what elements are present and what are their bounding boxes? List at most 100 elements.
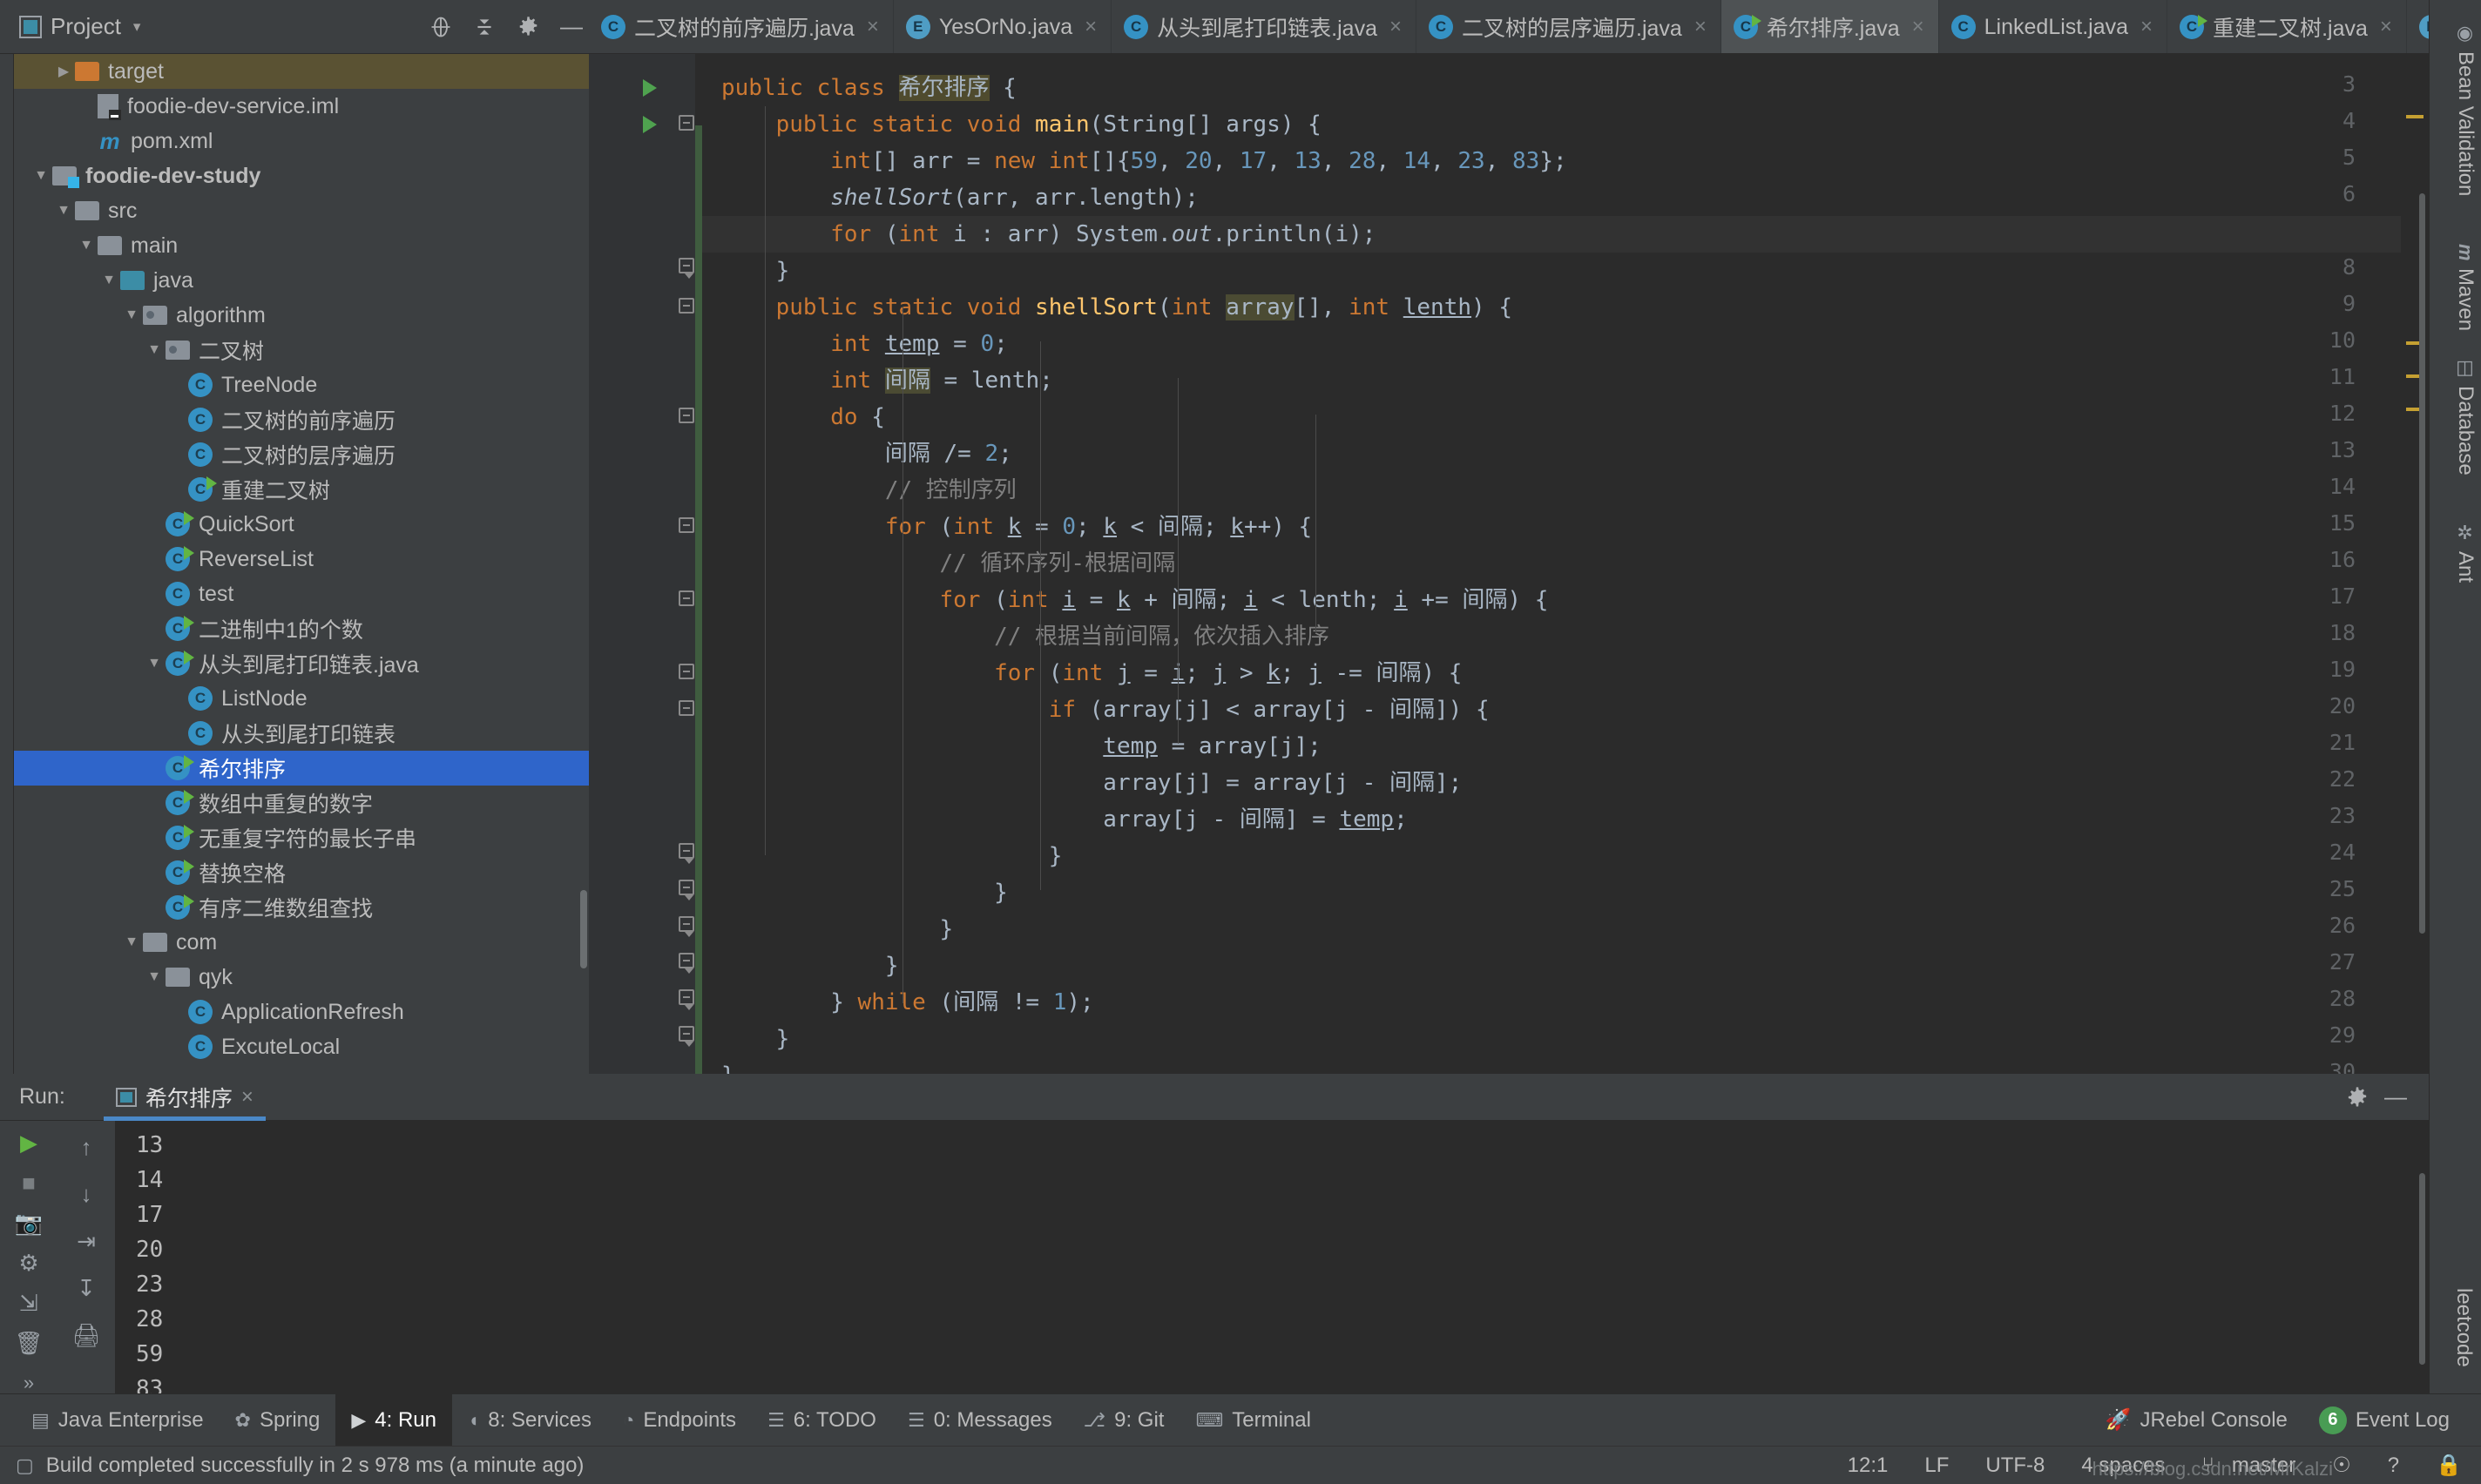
fold-end-icon[interactable] [679, 989, 694, 1010]
tool-button-terminal[interactable]: ⌨ Terminal [1180, 1394, 1326, 1447]
tree-item[interactable]: ▼ qyk [14, 960, 589, 995]
fold-end-icon[interactable] [679, 880, 694, 901]
tree-item[interactable]: ▸C无重复字符的最长子串 [14, 820, 589, 855]
tree-item[interactable]: ▸C替换空格 [14, 855, 589, 890]
tree-item[interactable]: ▸C TreeNode [14, 368, 589, 402]
code-line[interactable]: } while (间隔 != 1); [721, 984, 1093, 1021]
editor-scrollbar[interactable] [2419, 193, 2425, 934]
fold-end-icon[interactable] [679, 843, 694, 864]
code-line[interactable]: } [721, 1057, 735, 1074]
tree-item[interactable]: ▼ algorithm [14, 298, 589, 333]
code-line[interactable]: int[] arr = new int[]{59, 20, 17, 13, 28… [721, 143, 1566, 179]
tree-item[interactable]: ▸C 二叉树的前序遍历 [14, 402, 589, 437]
gear-icon[interactable] [2338, 1078, 2376, 1116]
chevron-down-icon[interactable]: ▼ [143, 656, 166, 671]
code-line[interactable]: } [721, 911, 953, 948]
run-gutter-icon[interactable] [643, 116, 657, 133]
scroll-to-end-icon[interactable]: ↧ [67, 1271, 105, 1305]
code-line[interactable]: temp = array[j]; [721, 728, 1321, 765]
soft-wrap-icon[interactable]: ⇥ [67, 1224, 105, 1258]
close-icon[interactable]: × [2380, 15, 2392, 39]
code-line[interactable]: int 间隔 = lenth; [721, 362, 1053, 399]
tree-item[interactable]: ▸ foodie-dev-service.iml [14, 89, 589, 124]
tool-button-todo[interactable]: ☰ 6: TODO [752, 1394, 892, 1447]
editor-tab[interactable]: C 二叉树的层序遍历.java × [1416, 0, 1721, 53]
encoding[interactable]: UTF-8 [1973, 1454, 2057, 1478]
down-arrow-icon[interactable]: ↓ [67, 1177, 105, 1211]
fold-end-icon[interactable] [679, 258, 694, 279]
editor-tab[interactable]: C LinkedList.java × [1939, 0, 2168, 53]
close-icon[interactable]: × [1694, 15, 1707, 39]
tree-item[interactable]: ▼ C 从头到尾打印链表.java [14, 646, 589, 681]
chevron-right-icon[interactable]: ▶ [52, 63, 75, 80]
tree-item[interactable]: ▼ foodie-dev-study [14, 159, 589, 193]
fold-collapse-icon[interactable] [679, 298, 694, 314]
code-line[interactable]: for (int k = 0; k < 间隔; k++) { [721, 509, 1312, 545]
close-icon[interactable]: × [1912, 15, 1924, 39]
chevron-down-icon[interactable]: ▼ [98, 273, 120, 288]
tree-item[interactable]: ▼ java [14, 263, 589, 298]
tree-item[interactable]: ▸C数组中重复的数字 [14, 786, 589, 820]
code-line[interactable]: public static void shellSort(int array[]… [721, 289, 1512, 326]
code-line[interactable]: } [721, 948, 899, 984]
chevron-down-icon[interactable]: ▾ [133, 18, 141, 36]
tool-button-endpoints[interactable]: ◔ Endpoints [607, 1394, 752, 1447]
camera-icon[interactable]: 📷 [10, 1210, 48, 1238]
fold-end-icon[interactable] [679, 916, 694, 937]
tree-item[interactable]: ▸C ExcuteLocal [14, 1029, 589, 1064]
close-icon[interactable]: × [1389, 15, 1402, 39]
run-tool-window[interactable]: Run: 希尔排序 × — ▶ ■ 📷 ⚙ ⇲ 🗑 » ↑ ↓ ⇥ ↧ 🖨 13… [0, 1074, 2429, 1397]
export-icon[interactable]: ⇲ [10, 1289, 48, 1317]
fold-collapse-icon[interactable] [679, 517, 694, 533]
tree-item[interactable]: ▼ src [14, 193, 589, 228]
locate-icon[interactable] [423, 10, 458, 44]
tool-button-java-enterprise[interactable]: ▤ Java Enterprise [16, 1394, 220, 1447]
console-scrollbar[interactable] [2419, 1173, 2425, 1365]
close-icon[interactable]: × [241, 1085, 254, 1110]
editor-tab[interactable]: E YesOrNo.java × [894, 0, 1112, 53]
tool-button-messages[interactable]: ☰ 0: Messages [892, 1394, 1068, 1447]
code-line[interactable]: if (array[j] < array[j - 间隔]) { [721, 691, 1490, 728]
chevron-down-icon[interactable]: ▼ [52, 203, 75, 219]
fold-collapse-icon[interactable] [679, 590, 694, 606]
line-separator[interactable]: LF [1912, 1454, 1961, 1478]
help-icon[interactable]: ? [2376, 1454, 2411, 1478]
stop-icon[interactable]: ■ [10, 1170, 48, 1197]
fold-end-icon[interactable] [679, 953, 694, 974]
project-tree[interactable]: ▶target▸foodie-dev-service.iml▸mpom.xml▼… [14, 54, 589, 1074]
rerun-icon[interactable]: ▶ [10, 1130, 48, 1157]
tree-item[interactable]: ▸C 二叉树的层序遍历 [14, 437, 589, 472]
code-line[interactable]: // 根据当前间隔，依次插入排序 [721, 618, 1329, 655]
run-toolbar-left[interactable]: ▶ ■ 📷 ⚙ ⇲ 🗑 » [0, 1121, 57, 1397]
run-gutter-icon[interactable] [643, 79, 657, 97]
trash-icon[interactable]: 🗑 [10, 1329, 48, 1357]
code-line[interactable]: array[j - 间隔] = temp; [721, 801, 1407, 838]
bug-icon[interactable]: ⚙ [10, 1250, 48, 1278]
tool-button-spring[interactable]: ✿ Spring [220, 1394, 336, 1447]
tool-button-jrebel-console[interactable]: 🚀 JRebel Console [2090, 1394, 2303, 1447]
project-tree-scrollbar[interactable] [580, 890, 587, 968]
chevron-down-icon[interactable]: ▼ [120, 307, 143, 323]
minimize-icon[interactable]: — [554, 10, 589, 44]
code-line[interactable]: for (int i = k + 间隔; i < lenth; i += 间隔)… [721, 582, 1548, 618]
gear-icon[interactable] [510, 10, 545, 44]
editor-tab[interactable]: C 重建二叉树.java × [2167, 0, 2407, 53]
tool-button-maven[interactable]: m Maven [2453, 244, 2478, 331]
code-line[interactable]: } [721, 253, 790, 289]
editor-tab[interactable]: C 希尔排序.java × [1720, 0, 1939, 53]
tree-item[interactable]: ▸Ctest [14, 577, 589, 611]
tree-item[interactable]: ▶ target [14, 54, 589, 89]
tree-item[interactable]: ▸C重建二叉树 [14, 472, 589, 507]
tree-item[interactable]: ▸C二进制中1的个数 [14, 611, 589, 646]
code-line[interactable]: shellSort(arr, arr.length); [721, 179, 1199, 216]
tool-button-event-log[interactable]: 6 Event Log [2303, 1394, 2465, 1447]
tree-item[interactable]: ▸m pom.xml [14, 124, 589, 159]
code-line[interactable]: } [721, 1021, 790, 1057]
editor-tab[interactable]: C 从头到尾打印链表.java × [1112, 0, 1416, 53]
code-line[interactable]: } [721, 838, 1063, 874]
tool-button-services[interactable]: ◖ 8: Services [452, 1394, 607, 1447]
chevron-down-icon[interactable]: ▼ [143, 969, 166, 985]
code-line[interactable]: array[j] = array[j - 间隔]; [721, 765, 1462, 801]
close-icon[interactable]: × [2140, 15, 2153, 39]
tool-button-database[interactable]: ◫ Database [2453, 357, 2478, 476]
